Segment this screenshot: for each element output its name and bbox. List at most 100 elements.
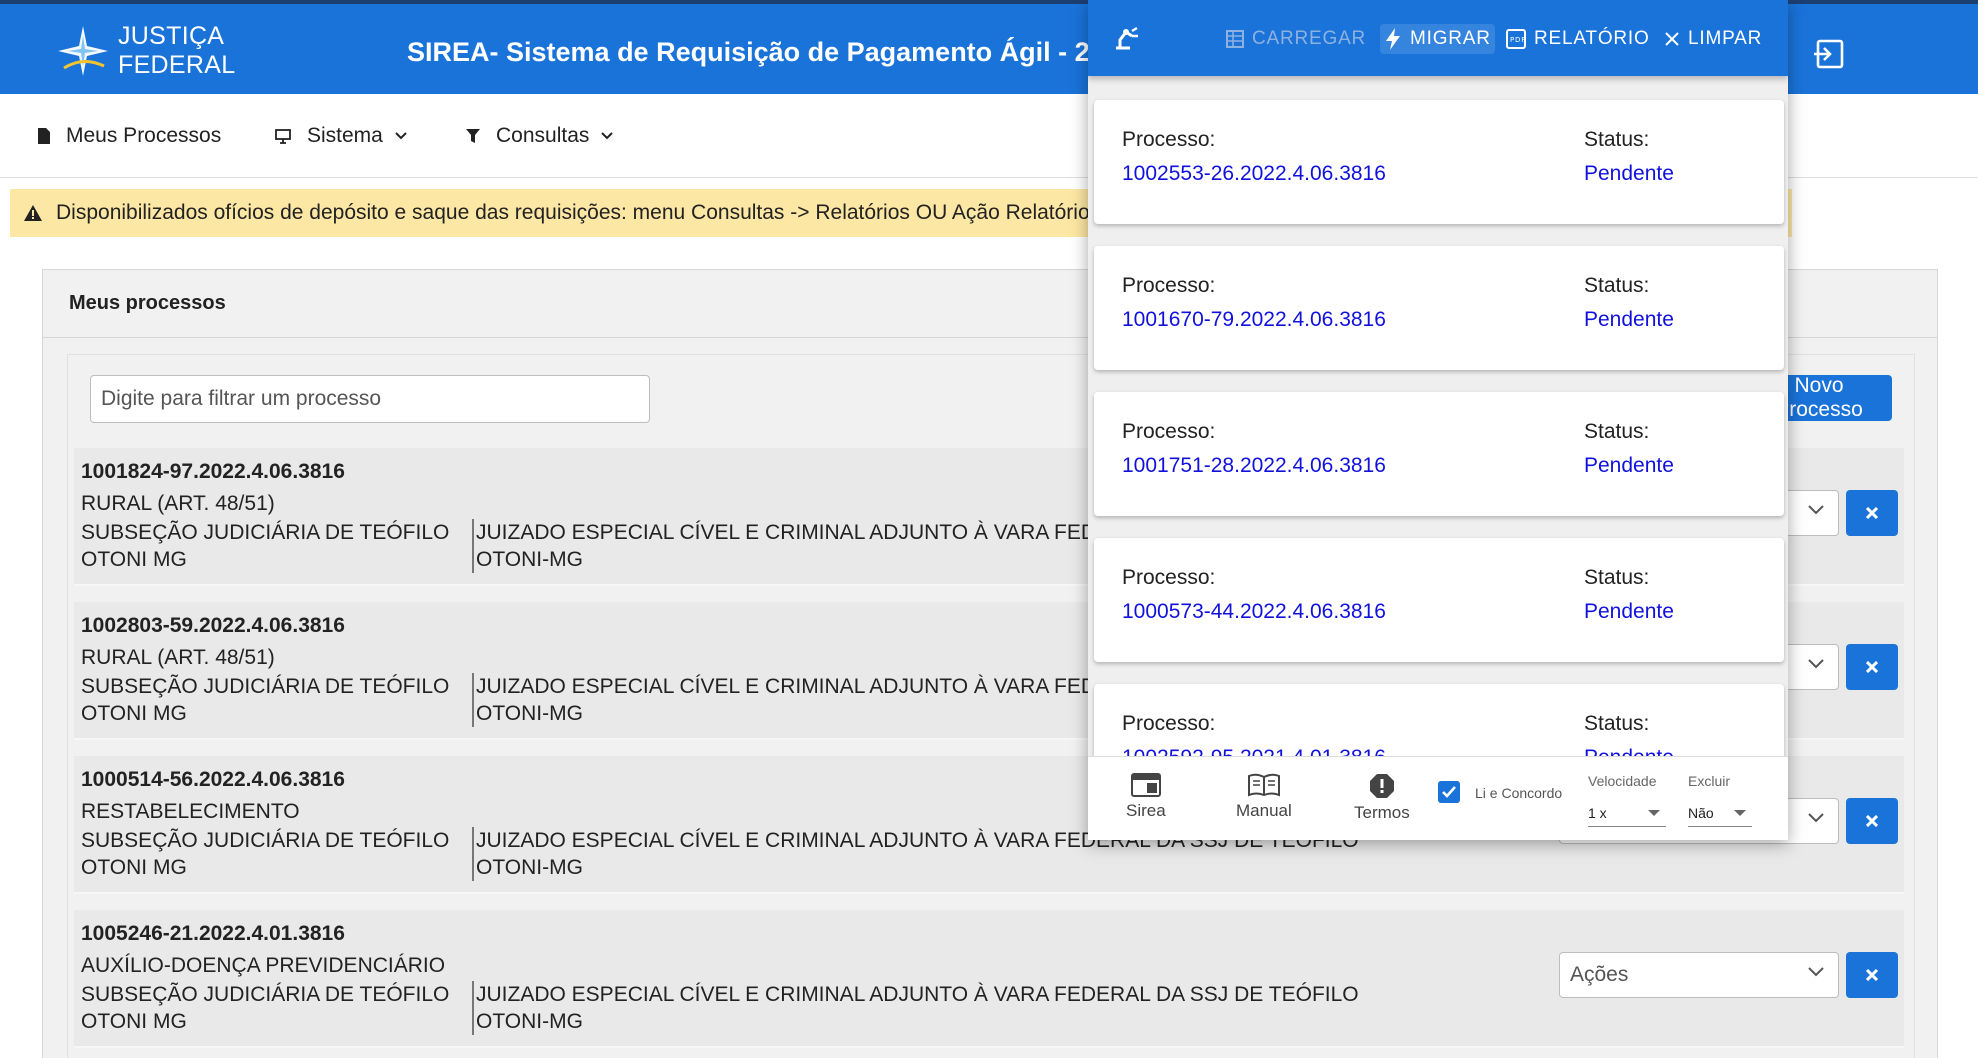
- process-class: RURAL (ART. 48/51): [81, 492, 275, 515]
- process-row[interactable]: 1005246-21.2022.4.01.3816 AUXÍLIO-DOENÇA…: [74, 910, 1904, 1048]
- migrate-button-label: MIGRAR: [1410, 28, 1491, 49]
- nav-consultas[interactable]: Consultas: [466, 124, 629, 148]
- nav-sistema-label: Sistema: [307, 124, 383, 147]
- alert-badge-icon: [1369, 774, 1394, 798]
- warning-icon: [24, 205, 42, 221]
- status-value: Pendente: [1584, 454, 1674, 477]
- status-label: Status:: [1584, 420, 1650, 443]
- migration-item: Processo: 1000573-44.2022.4.06.3816 Stat…: [1094, 538, 1784, 662]
- actions-select[interactable]: Ações: [1559, 952, 1839, 998]
- clear-button-label: LIMPAR: [1688, 28, 1763, 49]
- remove-row-button[interactable]: [1846, 490, 1898, 536]
- close-icon: [1866, 969, 1878, 981]
- migration-item: Processo: 1001751-28.2022.4.06.3816 Stat…: [1094, 392, 1784, 516]
- chevron-down-icon: [1808, 505, 1824, 515]
- process-label: Processo:: [1122, 274, 1216, 297]
- status-label: Status:: [1584, 566, 1650, 589]
- sirea-button[interactable]: Sirea: [1126, 773, 1166, 821]
- remove-row-button[interactable]: [1846, 644, 1898, 690]
- process-subsection: SUBSEÇÃO JUDICIÁRIA DE TEÓFILO OTONI MG: [81, 675, 450, 725]
- migration-item: Processo: 1001670-79.2022.4.06.3816 Stat…: [1094, 246, 1784, 370]
- delete-value: Não: [1688, 804, 1714, 821]
- nav-meus-processos[interactable]: Meus Processos: [38, 124, 221, 148]
- monitor-icon: [275, 128, 291, 144]
- book-icon: [1247, 773, 1280, 797]
- speed-select[interactable]: 1 x: [1588, 799, 1666, 827]
- filter-process-input[interactable]: [90, 375, 650, 423]
- nav-consultas-label: Consultas: [496, 124, 590, 147]
- process-class: RURAL (ART. 48/51): [81, 646, 275, 669]
- remove-row-button[interactable]: [1846, 798, 1898, 844]
- status-label: Status:: [1584, 128, 1650, 151]
- process-label: Processo:: [1122, 420, 1216, 443]
- terms-button[interactable]: Termos: [1354, 773, 1410, 823]
- process-number[interactable]: 1002803-59.2022.4.06.3816: [81, 614, 345, 638]
- process-number: 1002553-26.2022.4.06.3816: [1122, 162, 1386, 185]
- process-subsection: SUBSEÇÃO JUDICIÁRIA DE TEÓFILO OTONI MG: [81, 983, 450, 1033]
- app-title: SIREA- Sistema de Requisição de Pagament…: [407, 37, 1150, 67]
- process-subsection: SUBSEÇÃO JUDICIÁRIA DE TEÓFILO OTONI MG: [81, 521, 450, 571]
- delete-select[interactable]: Não: [1688, 799, 1752, 827]
- status-label: Status:: [1584, 274, 1650, 297]
- chevron-down-icon: [1808, 659, 1824, 669]
- close-icon: [1665, 32, 1679, 46]
- chevron-down-icon: [395, 132, 407, 140]
- justica-federal-logo[interactable]: JUSTIÇA FEDERAL: [54, 20, 314, 82]
- web-window-icon: [1130, 773, 1161, 797]
- migration-list[interactable]: Processo: 1002553-26.2022.4.06.3816 Stat…: [1088, 76, 1788, 756]
- process-class: RESTABELECIMENTO: [81, 800, 300, 823]
- remove-row-button[interactable]: [1846, 952, 1898, 998]
- migration-item: Processo: 1002592-95.2021.4.01.3816 Stat…: [1094, 684, 1784, 756]
- table-icon: [1226, 30, 1244, 48]
- process-label: Processo:: [1122, 712, 1216, 735]
- actions-select-label: Ações: [1570, 963, 1629, 986]
- chevron-down-icon: [601, 132, 614, 140]
- process-label: Processo:: [1122, 128, 1216, 151]
- close-icon: [1866, 815, 1878, 827]
- process-number[interactable]: 1000514-56.2022.4.06.3816: [81, 768, 345, 792]
- status-value: Pendente: [1584, 308, 1674, 331]
- dropdown-arrow-icon: [1734, 810, 1746, 816]
- file-icon: [38, 128, 50, 144]
- clear-button[interactable]: LIMPAR: [1664, 24, 1762, 54]
- agree-checkbox[interactable]: [1438, 781, 1460, 803]
- process-number: 1002592-95.2021.4.01.3816: [1122, 746, 1386, 756]
- process-number[interactable]: 1001824-97.2022.4.06.3816: [81, 460, 345, 484]
- manual-button[interactable]: Manual: [1236, 773, 1292, 821]
- checkmark-icon: [1442, 786, 1456, 798]
- manual-button-label: Manual: [1236, 801, 1292, 820]
- process-label: Processo:: [1122, 566, 1216, 589]
- process-number: 1000573-44.2022.4.06.3816: [1122, 600, 1386, 623]
- chevron-down-icon: [1808, 967, 1824, 977]
- load-button-label: CARREGAR: [1252, 28, 1367, 49]
- dropdown-arrow-icon: [1648, 810, 1660, 816]
- alert-text: Disponibilizados ofícios de depósito e s…: [56, 201, 1101, 224]
- panel-footer: Sirea Manual Termos Li e Concordo Veloci…: [1088, 756, 1788, 840]
- pdf-icon: PDF: [1506, 29, 1526, 49]
- report-button[interactable]: PDF RELATÓRIO: [1506, 24, 1650, 54]
- speed-label: Velocidade: [1588, 773, 1657, 789]
- nav-meus-processos-label: Meus Processos: [66, 124, 222, 147]
- close-icon: [1866, 661, 1878, 673]
- robot-arm-icon[interactable]: [1112, 22, 1142, 52]
- migrate-button[interactable]: MIGRAR: [1380, 24, 1495, 54]
- delete-label: Excluir: [1688, 773, 1731, 789]
- migration-item: Processo: 1002553-26.2022.4.06.3816 Stat…: [1094, 100, 1784, 224]
- logo-emblem-icon: [54, 22, 112, 80]
- status-value: Pendente: [1584, 162, 1674, 185]
- process-number[interactable]: 1005246-21.2022.4.01.3816: [81, 922, 345, 946]
- status-label: Status:: [1584, 712, 1650, 735]
- status-value: Pendente: [1584, 600, 1674, 623]
- speed-value: 1 x: [1588, 804, 1607, 821]
- logo-text: JUSTIÇA FEDERAL: [118, 22, 236, 79]
- terms-button-label: Termos: [1354, 803, 1410, 822]
- report-button-label: RELATÓRIO: [1534, 28, 1650, 49]
- svg-text:PDF: PDF: [1510, 36, 1526, 44]
- agree-label: Li e Concordo: [1475, 785, 1563, 801]
- logout-icon[interactable]: [1812, 37, 1846, 71]
- status-value: Pendente: [1584, 746, 1674, 756]
- nav-sistema[interactable]: Sistema: [275, 124, 423, 148]
- load-button[interactable]: CARREGAR: [1226, 24, 1366, 54]
- process-number: 1001751-28.2022.4.06.3816: [1122, 454, 1386, 477]
- sirea-button-label: Sirea: [1126, 801, 1166, 820]
